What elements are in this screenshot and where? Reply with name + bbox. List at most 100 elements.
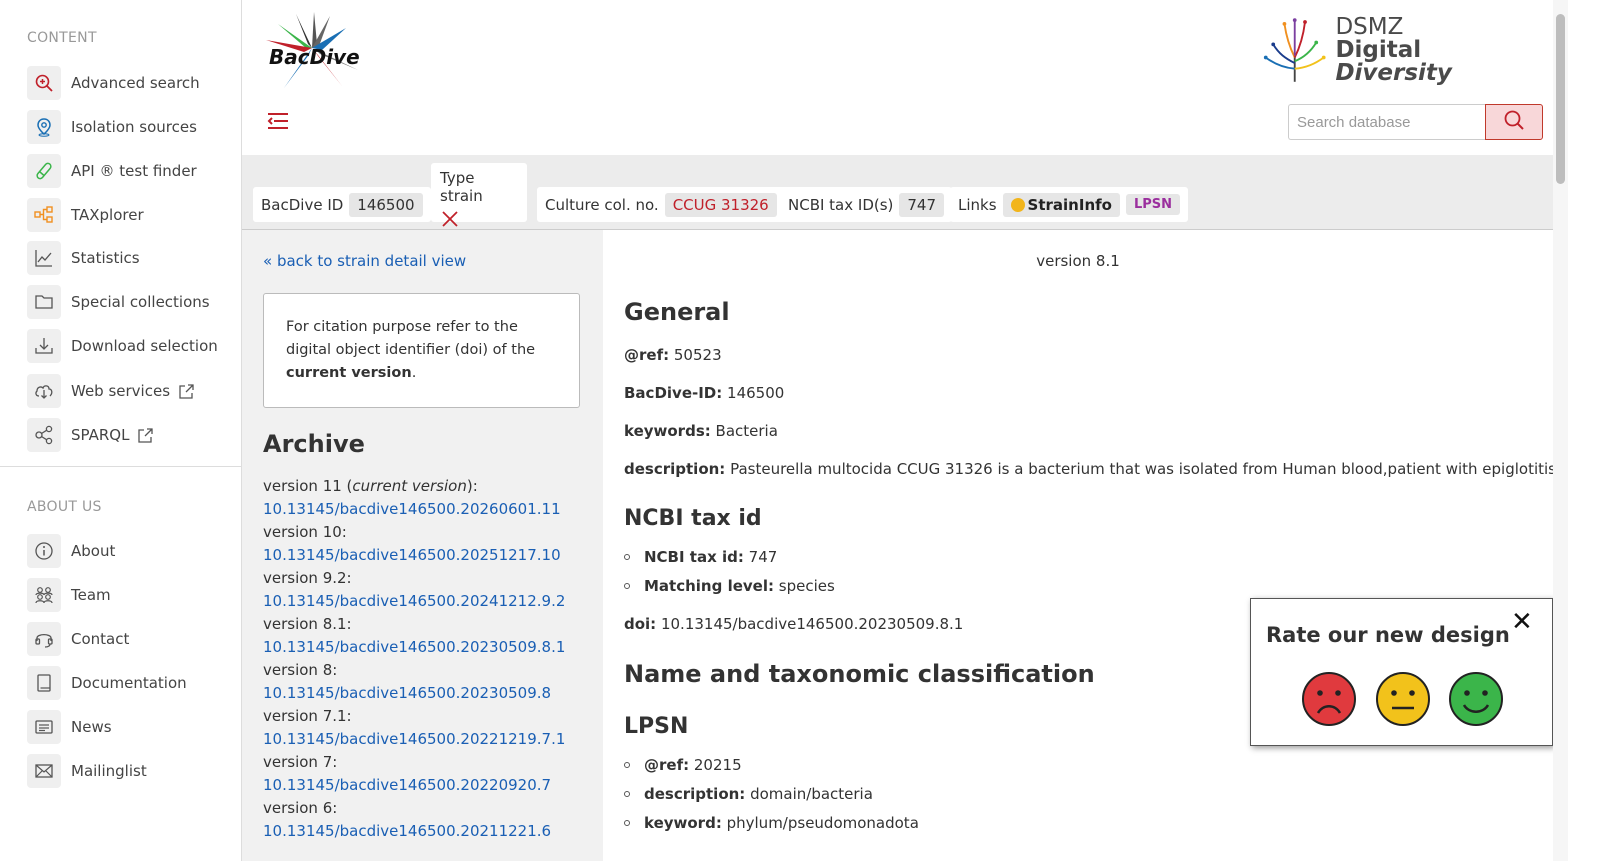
sidebar-section-content: CONTENT <box>27 30 97 46</box>
ncbi-chip: NCBI tax ID(s) 747 <box>780 187 953 222</box>
download-icon <box>27 329 61 363</box>
sidebar-item-label: Mailinglist <box>71 762 147 780</box>
headset-icon <box>27 622 61 656</box>
sidebar-item-label: Special collections <box>71 293 210 311</box>
name-classification-title: Name and taxonomic classification <box>624 660 1095 688</box>
strain-detail-content: version 8.1 General @ref: 50523 BacDive-… <box>603 230 1561 861</box>
archive-item: version 8: 10.13145/bacdive146500.2023050… <box>263 659 593 705</box>
sidebar-section-about: ABOUT US <box>27 499 102 515</box>
doi-link[interactable]: 10.13145/bacdive146500.20251217.10 <box>263 544 593 567</box>
sidebar-item-special-collections[interactable]: Special collections <box>27 285 210 319</box>
sidebar-item-label: Isolation sources <box>71 118 197 136</box>
search-input[interactable] <box>1288 104 1485 140</box>
sidebar-item-label: Statistics <box>71 249 140 267</box>
sidebar-item-contact[interactable]: Contact <box>27 622 129 656</box>
doi-link[interactable]: 10.13145/bacdive146500.20211221.6 <box>263 820 593 843</box>
sidebar-item-team[interactable]: Team <box>27 578 111 612</box>
sidebar-item-about[interactable]: About <box>27 534 115 568</box>
share-nodes-icon <box>27 418 61 452</box>
sidebar-item-label: API ® test finder <box>71 162 197 180</box>
sidebar-item-label: About <box>71 542 116 560</box>
page-scrollbar[interactable] <box>1553 0 1568 861</box>
sidebar-item-label: News <box>71 718 112 736</box>
straininfo-link[interactable]: StrainInfo <box>1002 192 1120 217</box>
straininfo-icon <box>1010 197 1025 212</box>
rating-popup: Rate our new design ✕ <box>1250 598 1553 746</box>
sidebar-item-label: Team <box>71 586 111 604</box>
sad-face-icon[interactable] <box>1301 671 1357 727</box>
search-button[interactable] <box>1485 104 1543 140</box>
sidebar-item-api-test-finder[interactable]: API ® test finder <box>27 154 197 188</box>
location-pin-icon <box>27 110 61 144</box>
type-strain-chip: Type strain <box>431 163 527 227</box>
sidebar-item-taxplorer[interactable]: TAXplorer <box>27 198 144 232</box>
sidebar-item-sparql[interactable]: SPARQL <box>27 418 154 452</box>
version-label: version 8.1 <box>1036 252 1120 270</box>
external-link-icon <box>178 383 195 400</box>
dsmz-logo[interactable]: DSMZ Digital Diversity <box>1262 14 1532 86</box>
sidebar-item-documentation[interactable]: Documentation <box>27 666 187 700</box>
sidebar-item-label: Download selection <box>71 337 218 355</box>
lpsn-title: LPSN <box>624 714 689 739</box>
links-chip: Links StrainInfo LPSN <box>950 187 1189 222</box>
sidebar-item-isolation-sources[interactable]: Isolation sources <box>27 110 197 144</box>
bacdive-id-value: 146500 <box>349 192 423 217</box>
folder-icon <box>27 285 61 319</box>
close-icon[interactable]: ✕ <box>1511 607 1533 637</box>
sidebar-toggle-icon[interactable] <box>265 108 291 134</box>
logo-text: BacDive <box>269 45 360 69</box>
book-icon <box>27 666 61 700</box>
lpsn-keyword-item: keyword: phylum/pseudomonadota <box>624 814 919 832</box>
sidebar-item-advanced-search[interactable]: Advanced search <box>27 66 200 100</box>
envelope-icon <box>27 754 61 788</box>
lpsn-ref-item: @ref: 20215 <box>624 756 742 774</box>
doi-link[interactable]: 10.13145/bacdive146500.20221219.7.1 <box>263 728 593 751</box>
sidebar-item-label: Documentation <box>71 674 187 692</box>
culture-col-label: Culture col. no. <box>545 195 659 214</box>
sidebar-item-news[interactable]: News <box>27 710 112 744</box>
rating-title: Rate our new design <box>1266 623 1510 647</box>
sidebar-item-mailinglist[interactable]: Mailinglist <box>27 754 147 788</box>
general-keywords: keywords: Bacteria <box>624 422 778 440</box>
citation-note: For citation purpose refer to the digita… <box>263 293 580 408</box>
archive-item: version 9.2: 10.13145/bacdive146500.20241… <box>263 567 593 613</box>
sidebar-item-label: Advanced search <box>71 74 200 92</box>
general-ref: @ref: 50523 <box>624 346 722 364</box>
doi-link[interactable]: 10.13145/bacdive146500.20230509.8.1 <box>263 636 593 659</box>
bacdive-logo[interactable]: BacDive <box>262 10 362 90</box>
archive-item: version 10: 10.13145/bacdive146500.202512… <box>263 521 593 567</box>
general-title: General <box>624 298 730 326</box>
archive-item: version 8.1: 10.13145/bacdive146500.20230… <box>263 613 593 659</box>
doi-link[interactable]: 10.13145/bacdive146500.20260601.11 <box>263 498 593 521</box>
search-icon <box>1503 109 1525 135</box>
scrollbar-thumb[interactable] <box>1556 14 1565 184</box>
doi-line: doi: 10.13145/bacdive146500.20230509.8.1 <box>624 615 964 633</box>
sidebar-item-web-services[interactable]: Web services <box>27 374 195 408</box>
sidebar-divider <box>0 466 241 467</box>
happy-face-icon[interactable] <box>1448 671 1504 727</box>
culture-col-value[interactable]: CCUG 31326 <box>664 192 777 217</box>
doi-link[interactable]: 10.13145/bacdive146500.20230509.8 <box>263 682 593 705</box>
sidebar: CONTENT Advanced search Isolation source… <box>0 0 242 861</box>
test-tube-icon <box>27 154 61 188</box>
ncbi-taxid-item: NCBI tax id: 747 <box>624 548 777 566</box>
doi-link[interactable]: 10.13145/bacdive146500.20241212.9.2 <box>263 590 593 613</box>
archive-item: version 7.1: 10.13145/bacdive146500.20221… <box>263 705 593 751</box>
doi-link[interactable]: 10.13145/bacdive146500.20220920.7 <box>263 774 593 797</box>
archive-list: version 11 (current version): 10.13145/ba… <box>263 475 593 843</box>
matching-level-item: Matching level: species <box>624 577 835 595</box>
sidebar-item-download-selection[interactable]: Download selection <box>27 329 218 363</box>
back-to-strain-link[interactable]: « back to strain detail view <box>263 252 466 270</box>
lpsn-description-item: description: domain/bacteria <box>624 785 873 803</box>
lpsn-link[interactable]: LPSN <box>1125 194 1181 215</box>
cloud-download-icon <box>27 374 61 408</box>
hierarchy-icon <box>27 198 61 232</box>
line-chart-icon <box>27 241 61 275</box>
type-strain-label: Type strain <box>440 169 483 205</box>
dsmz-tree-icon <box>1263 18 1326 82</box>
sidebar-item-statistics[interactable]: Statistics <box>27 241 140 275</box>
ncbi-value[interactable]: 747 <box>899 192 945 217</box>
neutral-face-icon[interactable] <box>1375 671 1431 727</box>
ncbi-label: NCBI tax ID(s) <box>788 195 894 214</box>
archive-item: version 11 (current version): 10.13145/ba… <box>263 475 593 521</box>
